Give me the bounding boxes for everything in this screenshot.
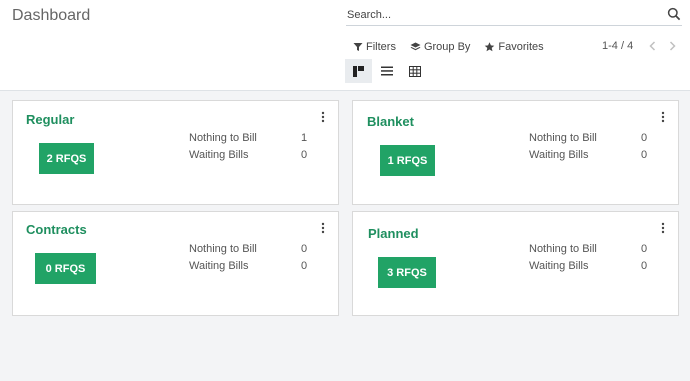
stat-value-nothing-to-bill[interactable]: 0	[641, 243, 647, 255]
search-box	[346, 5, 682, 26]
stat-label-waiting-bills[interactable]: Waiting Bills	[529, 260, 589, 272]
group-by-button[interactable]: Group By	[410, 40, 470, 54]
stat-value-waiting-bills[interactable]: 0	[301, 149, 307, 161]
group-by-label: Group By	[423, 41, 471, 53]
kanban-view-button[interactable]	[345, 59, 372, 83]
card-menu-icon[interactable]	[319, 111, 327, 123]
stat-value-waiting-bills[interactable]: 0	[301, 260, 307, 272]
view-switcher	[345, 59, 429, 83]
pivot-view-button[interactable]	[401, 59, 428, 83]
page-title: Dashboard	[12, 7, 91, 24]
kanban-icon	[353, 65, 364, 77]
card-menu-icon[interactable]	[659, 111, 667, 123]
rfq-button[interactable]: 0 RFQS	[35, 253, 96, 284]
rfq-button[interactable]: 2 RFQS	[39, 143, 94, 174]
card-menu-icon[interactable]	[319, 222, 327, 234]
pager-value[interactable]: 1-4 / 4	[602, 40, 633, 52]
filters-button[interactable]: Filters	[353, 40, 396, 54]
card-menu-icon[interactable]	[659, 222, 667, 234]
next-page-icon[interactable]	[666, 39, 678, 53]
control-panel: Dashboard Filters Group By Favorites	[0, 0, 690, 91]
stat-label-nothing-to-bill[interactable]: Nothing to Bill	[529, 243, 597, 255]
search-input[interactable]	[346, 5, 656, 25]
rfq-button[interactable]: 1 RFQS	[380, 145, 435, 176]
kanban-card-regular[interactable]: Regular 2 RFQS Nothing to Bill 1 Waiting…	[12, 100, 339, 205]
favorites-label: Favorites	[498, 41, 544, 53]
card-title[interactable]: Planned	[368, 226, 419, 241]
stat-value-waiting-bills[interactable]: 0	[641, 149, 647, 161]
stat-label-waiting-bills[interactable]: Waiting Bills	[189, 149, 249, 161]
filter-icon	[353, 43, 363, 51]
stat-value-nothing-to-bill[interactable]: 0	[301, 243, 307, 255]
stat-label-nothing-to-bill[interactable]: Nothing to Bill	[189, 243, 257, 255]
previous-page-icon[interactable]	[646, 39, 658, 53]
stat-value-waiting-bills[interactable]: 0	[641, 260, 647, 272]
stat-label-waiting-bills[interactable]: Waiting Bills	[189, 260, 249, 272]
pager-navigation	[646, 39, 686, 53]
favorites-button[interactable]: Favorites	[484, 40, 544, 54]
filters-label: Filters	[366, 41, 396, 53]
search-icon[interactable]	[667, 7, 681, 21]
stat-value-nothing-to-bill[interactable]: 0	[641, 132, 647, 144]
stat-label-waiting-bills[interactable]: Waiting Bills	[529, 149, 589, 161]
star-icon	[485, 42, 495, 52]
pivot-icon	[408, 65, 421, 77]
kanban-card-contracts[interactable]: Contracts 0 RFQS Nothing to Bill 0 Waiti…	[12, 211, 339, 316]
list-view-button[interactable]	[373, 59, 400, 83]
card-title[interactable]: Blanket	[367, 114, 414, 129]
card-title[interactable]: Regular	[26, 112, 74, 127]
list-icon	[380, 66, 393, 76]
stat-label-nothing-to-bill[interactable]: Nothing to Bill	[529, 132, 597, 144]
card-title[interactable]: Contracts	[26, 222, 87, 237]
stat-label-nothing-to-bill[interactable]: Nothing to Bill	[189, 132, 257, 144]
kanban-card-planned[interactable]: Planned 3 RFQS Nothing to Bill 0 Waiting…	[352, 211, 679, 316]
rfq-button[interactable]: 3 RFQS	[378, 257, 436, 288]
kanban-card-blanket[interactable]: Blanket 1 RFQS Nothing to Bill 0 Waiting…	[352, 100, 679, 205]
layers-icon	[410, 42, 421, 51]
stat-value-nothing-to-bill[interactable]: 1	[301, 132, 307, 144]
search-options: Filters Group By Favorites	[353, 40, 558, 54]
